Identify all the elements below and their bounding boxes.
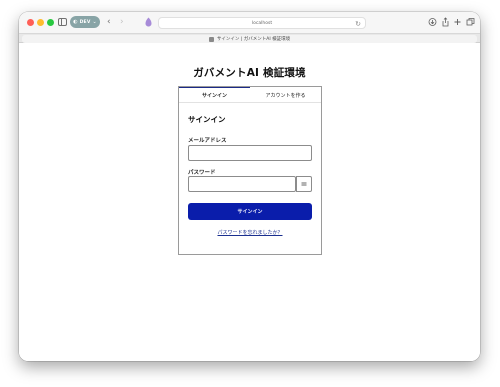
minimize-icon[interactable] xyxy=(37,19,44,26)
email-field[interactable] xyxy=(188,145,312,161)
browser-tab-title: サインイン | ガバメントAI 検証環境 xyxy=(216,37,291,42)
signin-button[interactable]: サインイン xyxy=(188,203,312,220)
back-icon[interactable]: ‹ xyxy=(107,17,111,27)
auth-tabs: サインイン アカウントを作る xyxy=(179,87,321,103)
shield-icon: ◐ xyxy=(73,18,78,25)
email-label: メールアドレス xyxy=(188,138,227,144)
form-heading: サインイン xyxy=(188,115,226,124)
share-icon[interactable] xyxy=(441,17,450,27)
forgot-password-link[interactable]: パスワードを忘れましたか？ xyxy=(179,229,321,236)
reload-icon[interactable]: ↻ xyxy=(355,19,361,29)
password-label: パスワード xyxy=(188,170,216,176)
address-bar[interactable]: localhost ↻ xyxy=(158,17,366,29)
close-icon[interactable] xyxy=(27,19,34,26)
extension-icon[interactable] xyxy=(145,17,152,27)
dev-badge-label: DEV xyxy=(79,19,91,25)
auth-card: サインイン アカウントを作る サインイン メールアドレス パスワード サインイン… xyxy=(178,86,322,255)
chevron-down-icon: ⌄ xyxy=(92,18,97,25)
sidebar-icon[interactable] xyxy=(58,18,67,26)
browser-tab[interactable]: サインイン | ガバメントAI 検証環境 xyxy=(22,35,477,43)
dev-badge[interactable]: ◐ DEV ⌄ xyxy=(70,16,100,28)
browser-toolbar: ◐ DEV ⌄ ‹ › localhost ↻ xyxy=(19,12,480,33)
page-title: ガバメントAI 検証環境 xyxy=(193,67,306,79)
tab-overview-icon[interactable] xyxy=(466,17,475,27)
show-password-button[interactable] xyxy=(296,176,312,192)
download-icon[interactable] xyxy=(428,17,437,27)
tab-create-account[interactable]: アカウントを作る xyxy=(250,87,321,103)
new-tab-icon[interactable] xyxy=(453,17,462,27)
tab-strip: サインイン | ガバメントAI 検証環境 xyxy=(19,33,480,43)
show-password-icon xyxy=(301,182,307,186)
favicon-icon xyxy=(208,36,214,42)
forward-icon[interactable]: › xyxy=(120,17,124,27)
address-url: localhost xyxy=(251,20,273,26)
tab-signin[interactable]: サインイン xyxy=(179,87,250,103)
page-content: ガバメントAI 検証環境 サインイン アカウントを作る サインイン メールアドレ… xyxy=(19,43,480,361)
password-field[interactable] xyxy=(188,176,296,192)
browser-window: ◐ DEV ⌄ ‹ › localhost ↻ サインイン | ガバメントAI xyxy=(19,12,480,361)
zoom-icon[interactable] xyxy=(47,19,54,26)
